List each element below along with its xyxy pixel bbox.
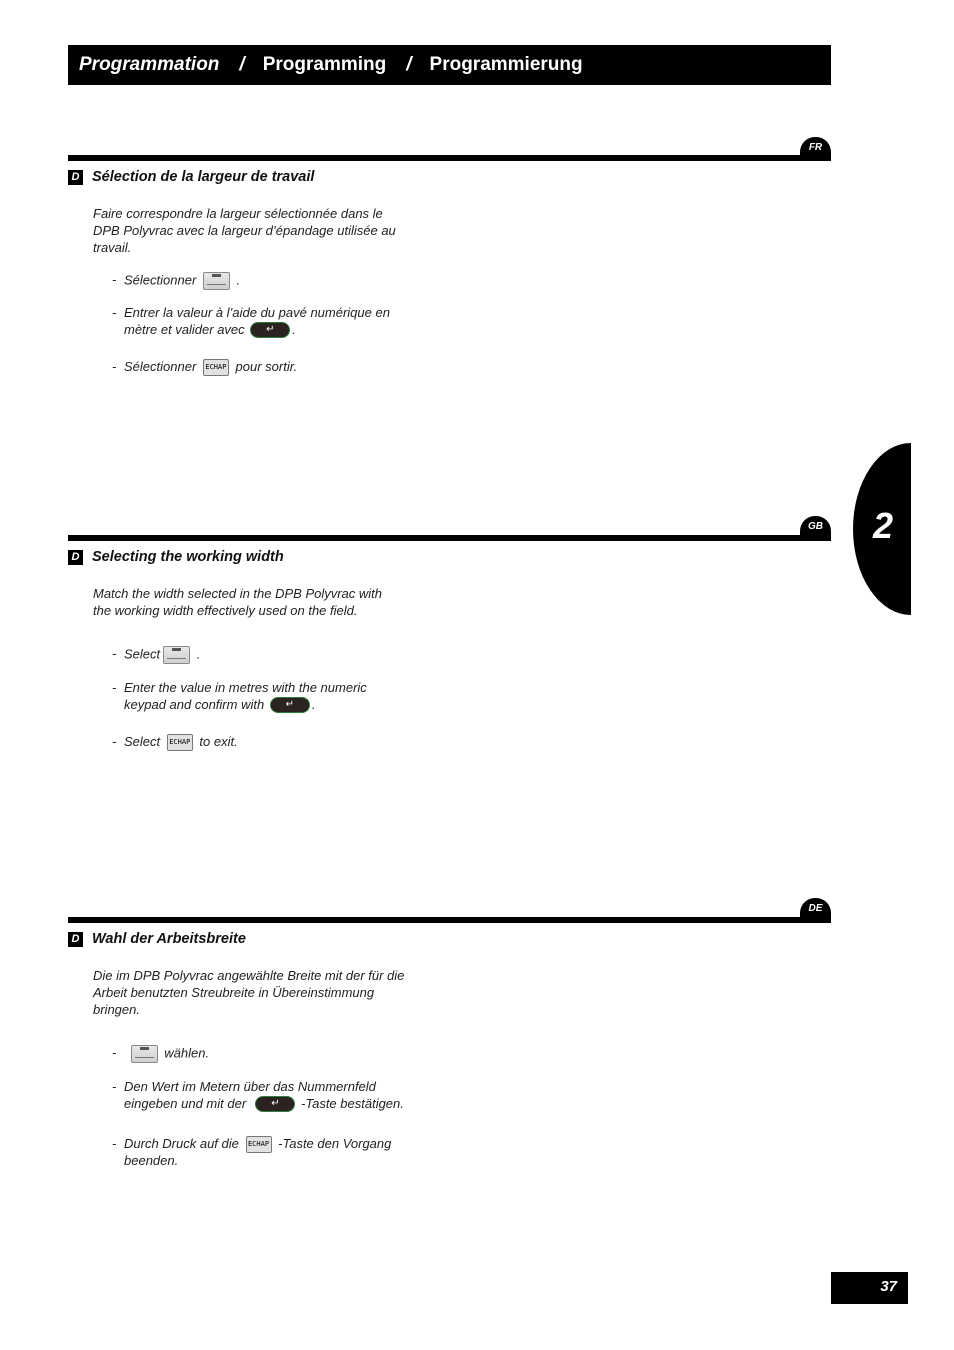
section-badge: D (68, 549, 83, 565)
page-number: 37 (831, 1272, 908, 1304)
working-width-key-icon (202, 272, 230, 290)
section-heading-de: D Wahl der Arbeitsbreite (68, 931, 246, 947)
step-text: Entrer la valeur à l’aide du pavé numéri… (124, 305, 390, 320)
section-divider (68, 535, 831, 541)
step-enter-value-de: - Den Wert im Metern über das Nummernfeld… (112, 1079, 404, 1113)
intro-line: Die im DPB Polyvrac angewählte Breite mi… (93, 968, 405, 983)
step-text: . (292, 321, 296, 337)
step-text: -Taste den Vorgang (278, 1136, 392, 1151)
intro-line: Faire correspondre la largeur sélectionn… (93, 206, 383, 221)
page-header: Programmation / Programming / Programmie… (68, 45, 831, 85)
step-dash: - (112, 646, 117, 662)
step-text: . (311, 696, 316, 712)
section-badge: D (68, 931, 83, 947)
section-badge: D (68, 169, 83, 185)
section-heading-fr: D Sélection de la largeur de travail (68, 169, 314, 185)
section-divider (68, 155, 831, 161)
section-divider (68, 917, 831, 923)
step-exit-de: - Durch Druck auf die ECHAP -Taste den Vo… (112, 1136, 391, 1170)
echap-key-icon: ECHAP (166, 734, 193, 752)
step-text: eingeben und mit der (124, 1095, 247, 1111)
chapter-tab: 2 (853, 443, 911, 615)
step-exit-fr: - Sélectionner ECHAP pour sortir. (112, 359, 298, 377)
header-title-gb: Programming (262, 54, 387, 75)
step-enter-value-gb: - Enter the value in metres with the nume… (112, 680, 367, 714)
section-title: Selecting the working width (92, 549, 284, 565)
enter-key-icon: ↵ (255, 1096, 296, 1113)
step-text: wählen. (164, 1045, 210, 1061)
echap-key-icon: ECHAP (245, 1136, 272, 1154)
header-title-fr: Programmation (79, 54, 220, 75)
section-heading-gb: D Selecting the working width (68, 549, 284, 565)
step-dash: - (112, 272, 117, 288)
step-select-width-fr: - Sélectionner . (112, 272, 240, 290)
intro-line: Match the width selected in the DPB Poly… (93, 586, 383, 601)
intro-line: Arbeit benutzten Streubreite in Übereins… (93, 985, 375, 1000)
working-width-key-icon (130, 1045, 158, 1063)
intro-line: DPB Polyvrac avec la largeur d’épandage … (93, 223, 396, 238)
step-text: beenden. (124, 1153, 179, 1169)
step-text: pour sortir. (235, 359, 298, 374)
step-text: . (236, 272, 241, 288)
step-enter-value-fr: - Entrer la valeur à l’aide du pavé numér… (112, 305, 390, 339)
section-title: Sélection de la largeur de travail (92, 169, 315, 185)
step-exit-gb: - Select ECHAP to exit. (112, 734, 238, 752)
step-text: Den Wert im Metern über das Nummernfeld (124, 1079, 376, 1094)
step-dash: - (112, 1045, 117, 1061)
chapter-number: 2 (873, 505, 894, 546)
header-separator: / (406, 54, 412, 75)
step-text: . (196, 646, 201, 662)
step-text: Sélectionner (124, 272, 197, 288)
intro-paragraph-de: Die im DPB Polyvrac angewählte Breite mi… (93, 967, 404, 1018)
intro-paragraph-fr: Faire correspondre la largeur sélectionn… (93, 205, 396, 256)
step-text: to exit. (199, 734, 238, 749)
echap-key-icon: ECHAP (202, 359, 229, 377)
intro-line: the working width effectively used on th… (93, 603, 358, 618)
intro-paragraph-gb: Match the width selected in the DPB Poly… (93, 585, 382, 619)
step-dash: - (112, 305, 117, 320)
header-title-de: Programmierung (429, 54, 583, 75)
step-text: Enter the value in metres with the numer… (124, 680, 367, 695)
section-title: Wahl der Arbeitsbreite (92, 931, 246, 947)
step-text: -Taste bestätigen. (301, 1095, 404, 1111)
intro-line: bringen. (93, 1002, 140, 1017)
step-text: Durch Druck auf die (124, 1136, 239, 1151)
working-width-key-icon (163, 646, 191, 664)
step-text: mètre et valider avec (124, 321, 245, 337)
step-dash: - (112, 1136, 117, 1151)
step-dash: - (112, 734, 117, 749)
step-dash: - (112, 680, 117, 695)
header-separator: / (239, 54, 245, 75)
step-text: Select (124, 646, 161, 662)
intro-line: travail. (93, 240, 132, 255)
step-text: keypad and confirm with (124, 696, 265, 712)
step-dash: - (112, 359, 117, 374)
step-select-width-gb: - Select . (112, 646, 200, 664)
enter-key-icon: ↵ (250, 322, 291, 339)
step-text: Select (124, 734, 161, 749)
step-text: Sélectionner (124, 359, 197, 374)
enter-key-icon: ↵ (269, 697, 310, 714)
step-dash: - (112, 1079, 117, 1094)
step-select-width-de: - wählen. (112, 1045, 209, 1063)
